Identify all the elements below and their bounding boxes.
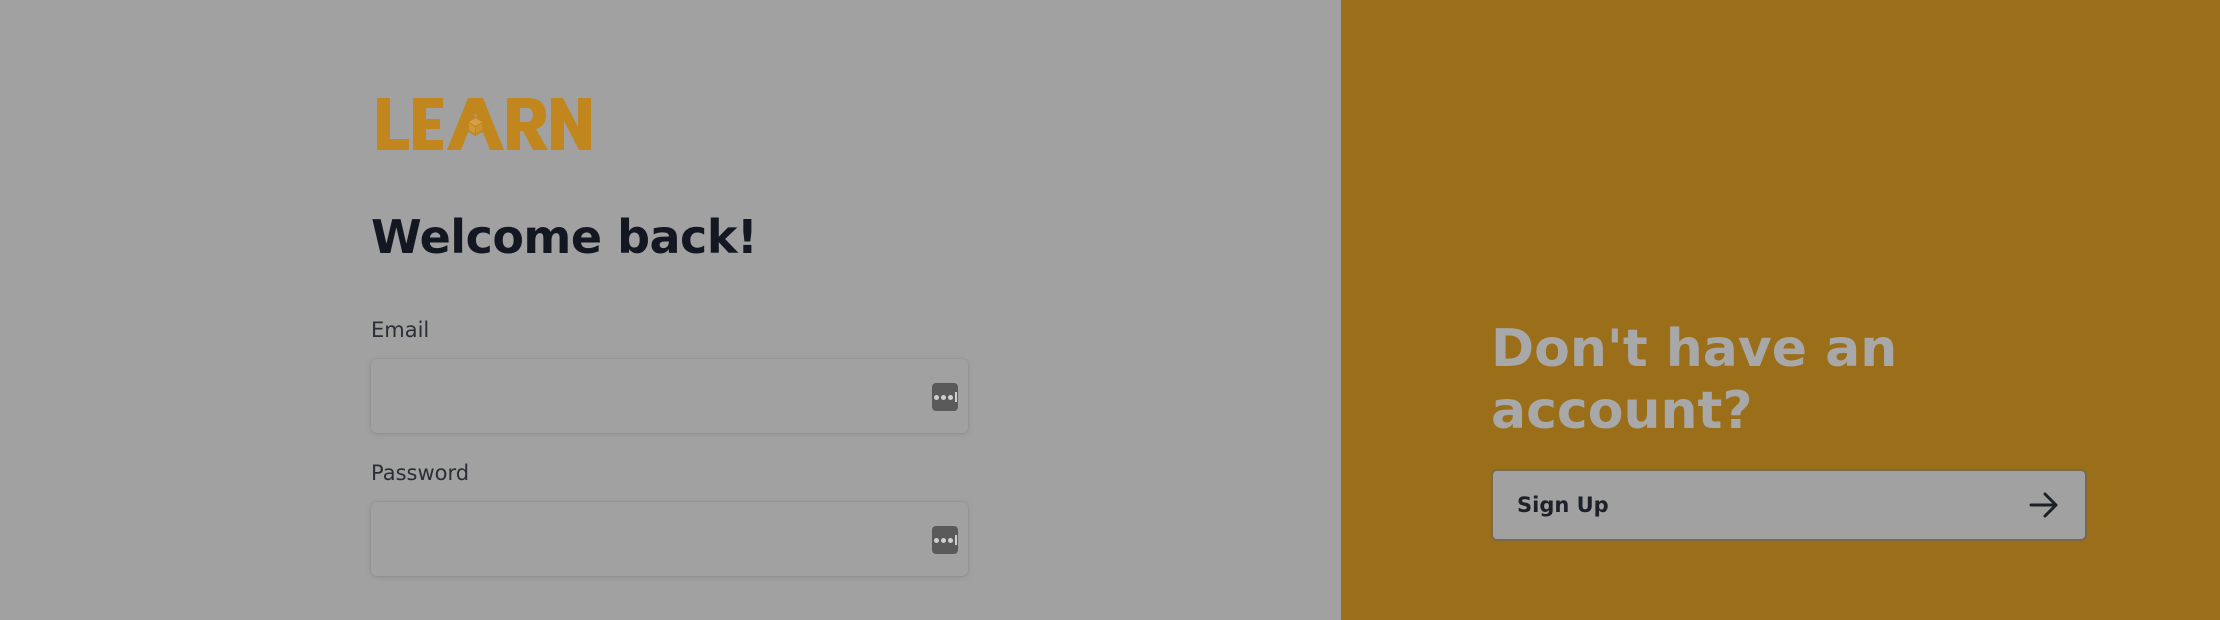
signup-pane: Don't have an account? Sign Up [1341, 0, 2220, 620]
password-manager-icon[interactable] [932, 383, 958, 411]
email-field-container [371, 359, 968, 433]
login-pane: Welcome back! Email Password [0, 0, 1341, 620]
learn-logo [377, 96, 591, 152]
login-page: Welcome back! Email Password Don't have … [0, 0, 2220, 620]
email-label: Email [371, 318, 430, 342]
password-manager-icon[interactable] [932, 526, 958, 554]
sign-up-button[interactable]: Sign Up [1491, 469, 2087, 541]
arrow-right-icon [2029, 492, 2059, 518]
signup-heading: Don't have an account? [1491, 319, 1898, 441]
email-field[interactable] [371, 359, 968, 433]
password-label: Password [371, 461, 470, 485]
page-title: Welcome back! [371, 210, 758, 264]
password-field-container [371, 502, 968, 576]
password-field[interactable] [371, 502, 968, 576]
sign-up-button-label: Sign Up [1517, 493, 1609, 517]
